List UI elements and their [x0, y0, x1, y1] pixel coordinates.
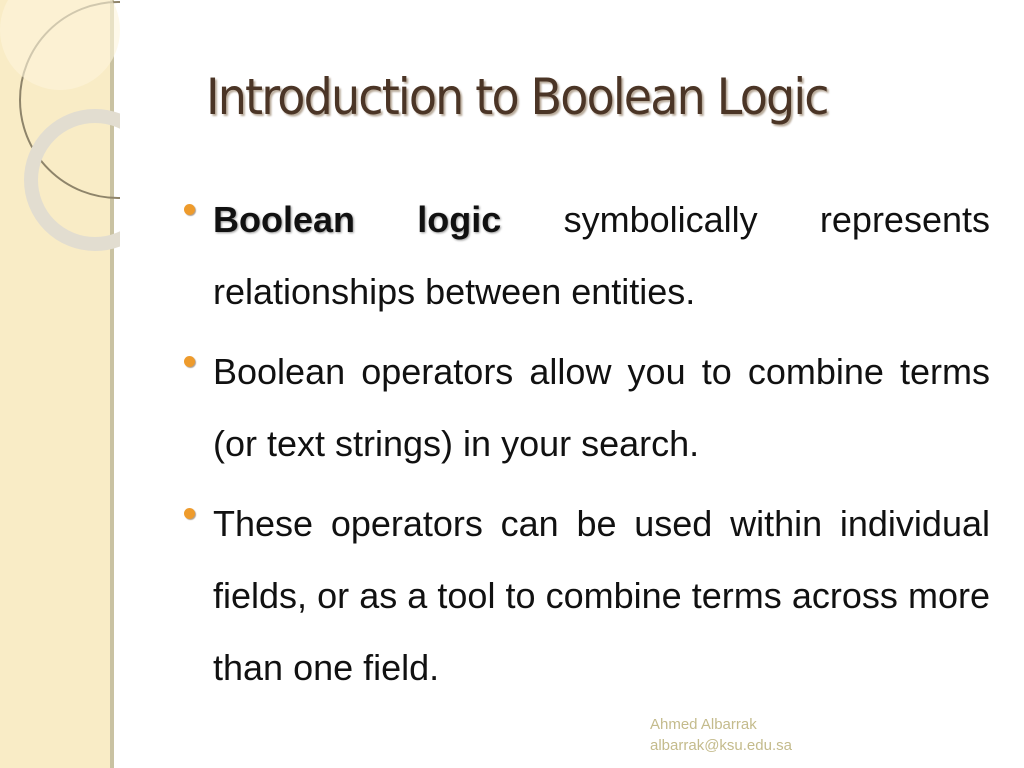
- bullet-item: Boolean operators allow you to combine t…: [184, 336, 990, 480]
- bullet-text: These operators can be used within indiv…: [213, 503, 990, 688]
- bullet-dot-icon: [184, 508, 195, 519]
- footer: Ahmed Albarrak albarrak@ksu.edu.sa: [650, 714, 792, 756]
- deco-ring: [24, 109, 120, 251]
- slide-title: Introduction to Boolean Logic: [206, 68, 830, 126]
- bullet-list: Boolean logic symbolically represents re…: [184, 184, 990, 712]
- footer-author: Ahmed Albarrak: [650, 716, 757, 733]
- bullet-text: Boolean operators allow you to combine t…: [213, 351, 990, 464]
- bullet-item: Boolean logic symbolically represents re…: [184, 184, 990, 328]
- footer-email: albarrak@ksu.edu.sa: [650, 737, 792, 754]
- decorative-circles: [0, 0, 120, 251]
- bullet-dot-icon: [184, 204, 195, 215]
- bullet-bold-lead: Boolean logic: [213, 199, 502, 240]
- bullet-item: These operators can be used within indiv…: [184, 488, 990, 704]
- bullet-dot-icon: [184, 356, 195, 367]
